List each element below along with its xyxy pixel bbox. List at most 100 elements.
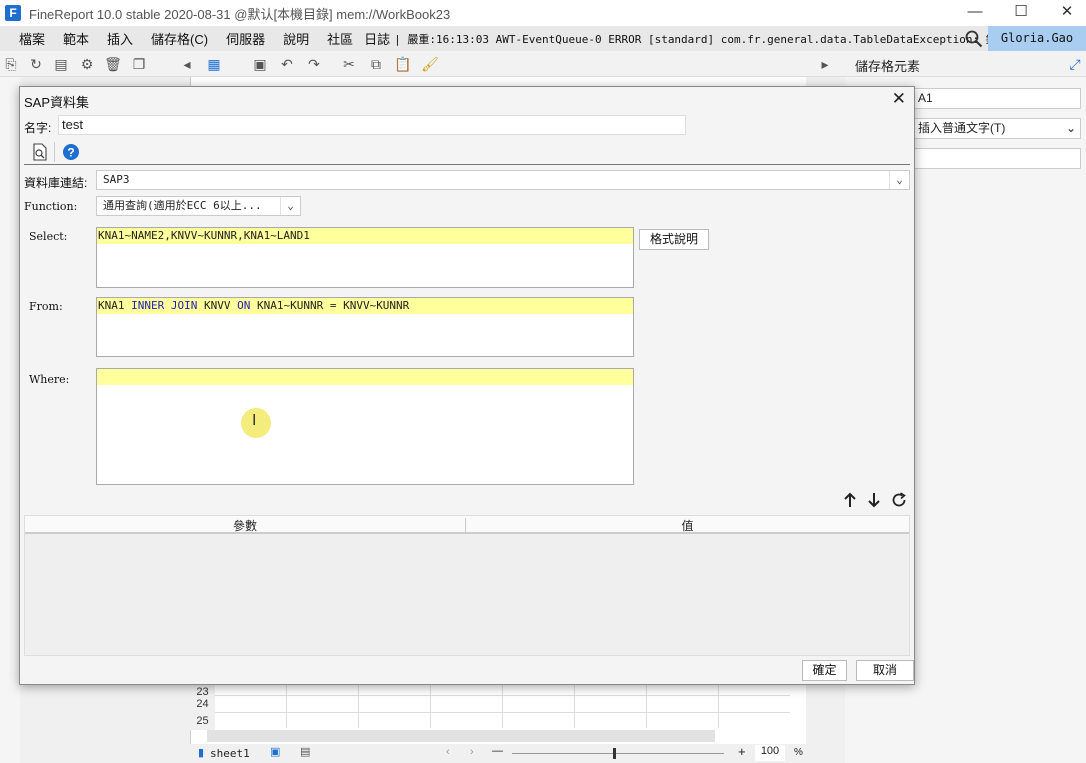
window-title: FineReport 10.0 stable 2020-08-31 @默认[本機… <box>29 6 451 22</box>
menu-bar: 檔案 範本 插入 儲存格(C) 伺服器 說明 社區 日誌 | 嚴重:16:13:… <box>0 26 1086 51</box>
undo-icon[interactable]: ↶ <box>278 55 296 73</box>
close-window-button[interactable]: ✕ <box>1044 0 1086 26</box>
sap-dataset-dialog: SAP資料集 ✕ 名字: test ? 資料庫連結: SAP3 ⌄ Functi… <box>19 86 915 685</box>
collapse-left-icon[interactable]: ◂ <box>178 55 196 73</box>
cell-content-field[interactable] <box>912 148 1081 169</box>
function-value: 通用查詢(適用於ECC 6以上... <box>103 199 262 212</box>
user-account-button[interactable]: Gloria.Gao <box>988 26 1086 51</box>
row-header[interactable]: 25 <box>190 713 215 730</box>
template-tree-panel[interactable] <box>0 77 20 763</box>
maximize-button[interactable]: ☐ <box>998 0 1044 26</box>
arrow-up-icon[interactable] <box>841 491 859 509</box>
cut-icon[interactable]: ✂ <box>340 55 358 73</box>
db-connection-label: 資料庫連結: <box>24 176 88 190</box>
menu-insert[interactable]: 插入 <box>98 29 142 48</box>
chevron-down-icon: ⌄ <box>1065 121 1076 135</box>
save-icon[interactable]: ▣ <box>251 55 269 73</box>
sheet-icon: ▮ <box>198 747 205 759</box>
next-sheet-icon[interactable]: › <box>470 746 474 758</box>
menu-community[interactable]: 社區 <box>318 29 362 48</box>
cancel-button[interactable]: 取消 <box>856 660 914 681</box>
insert-type-select[interactable]: 插入普通文字(T) ⌄ <box>912 118 1081 139</box>
cell-value-field[interactable]: A1 <box>912 88 1081 109</box>
text-cursor-icon: I <box>252 412 257 429</box>
menu-cell[interactable]: 儲存格(C) <box>142 29 217 48</box>
zoom-slider-thumb[interactable] <box>613 748 616 759</box>
grid-line <box>574 684 575 728</box>
chevron-down-icon: ⌄ <box>889 171 909 189</box>
window-titlebar: F FineReport 10.0 stable 2020-08-31 @默认[… <box>0 0 1086 26</box>
where-editor[interactable] <box>96 368 634 485</box>
menu-log[interactable]: 日誌 <box>362 29 390 48</box>
copy-icon[interactable]: ⧉ <box>367 55 385 73</box>
refresh-tree-icon[interactable]: ↻ <box>27 55 45 73</box>
search-icon[interactable] <box>965 30 983 48</box>
select-text: KNA1~NAME2,KNVV~KUNNR,KNA1~LAND1 <box>97 228 633 244</box>
horizontal-scrollbar[interactable] <box>207 730 715 742</box>
dialog-title: SAP資料集 <box>24 95 90 110</box>
collapse-right-icon[interactable]: ▸ <box>816 55 834 73</box>
right-panel-title: 儲存格元素 <box>855 59 921 74</box>
sql-token: KNVV <box>197 299 238 312</box>
new-template-icon[interactable]: ⎘ <box>2 55 20 73</box>
sql-keyword: ON <box>237 299 251 312</box>
parameter-table-header: 參數 值 <box>25 516 909 534</box>
log-message[interactable]: | 嚴重:16:13:03 AWT-EventQueue-0 ERROR [st… <box>394 31 1016 47</box>
add-report-icon[interactable]: ▤ <box>300 745 310 758</box>
grid-line <box>358 684 359 728</box>
grid-line <box>718 684 719 728</box>
minimize-button[interactable]: — <box>952 0 998 26</box>
param-column-header[interactable]: 參數 <box>25 517 465 534</box>
menu-template[interactable]: 範本 <box>54 29 98 48</box>
add-sheet-icon[interactable]: ▣ <box>270 745 280 758</box>
row-header[interactable]: 24 <box>190 696 215 713</box>
grid-line <box>502 684 503 728</box>
arrow-down-icon[interactable] <box>865 491 883 509</box>
chevron-down-icon: ⌄ <box>280 197 300 215</box>
preview-icon[interactable] <box>31 143 49 161</box>
zoom-out-icon[interactable]: — <box>492 745 503 757</box>
where-text <box>97 369 633 385</box>
edit-icon[interactable]: ▤ <box>52 55 70 73</box>
from-editor[interactable]: KNA1 INNER JOIN KNVV ON KNA1~KUNNR = KNV… <box>96 297 634 357</box>
format-painter-icon[interactable]: 🖌 <box>421 55 439 73</box>
db-connection-select[interactable]: SAP3 ⌄ <box>96 170 910 190</box>
insert-type-value: 插入普通文字(T) <box>918 121 1006 135</box>
sql-keyword: INNER JOIN <box>131 299 198 312</box>
grid-line <box>430 684 431 728</box>
dataset-icon[interactable]: ▦ <box>205 55 223 73</box>
menu-server[interactable]: 伺服器 <box>217 29 274 48</box>
ok-button[interactable]: 確定 <box>802 660 847 681</box>
function-select[interactable]: 通用查詢(適用於ECC 6以上... ⌄ <box>96 196 301 216</box>
toolbar-divider <box>54 142 55 162</box>
refresh-icon[interactable] <box>890 491 908 509</box>
parameter-table[interactable]: 參數 值 <box>24 515 910 656</box>
menu-file[interactable]: 檔案 <box>10 29 54 48</box>
help-icon[interactable]: ? <box>62 143 80 161</box>
function-label: Function: <box>24 200 78 213</box>
delete-icon[interactable]: 🗑 <box>104 55 122 73</box>
select-label: Select: <box>29 230 68 243</box>
from-label: From: <box>29 300 63 313</box>
dialog-close-button[interactable]: ✕ <box>892 89 906 109</box>
select-editor[interactable]: KNA1~NAME2,KNVV~KUNNR,KNA1~LAND1 <box>96 227 634 288</box>
settings-icon[interactable]: ⚙ <box>78 55 96 73</box>
menu-help[interactable]: 說明 <box>274 29 318 48</box>
zoom-value[interactable]: 100 <box>755 745 785 761</box>
sheet-tab[interactable]: sheet1 <box>210 747 250 760</box>
prev-sheet-icon[interactable]: ‹ <box>446 746 450 758</box>
sql-token: KNA1 <box>98 299 132 312</box>
expand-panel-icon[interactable]: ⤢ <box>1066 55 1084 73</box>
paste-icon[interactable]: 📋 <box>394 55 412 73</box>
from-text: KNA1 INNER JOIN KNVV ON KNA1~KUNNR = KNV… <box>97 298 633 314</box>
name-input[interactable]: test <box>58 115 686 135</box>
format-help-button[interactable]: 格式說明 <box>639 229 709 250</box>
zoom-unit: % <box>794 747 803 758</box>
value-column-header[interactable]: 值 <box>466 517 909 534</box>
toolbar-separator <box>24 164 910 165</box>
redo-icon[interactable]: ↷ <box>305 55 323 73</box>
zoom-in-icon[interactable]: + <box>738 744 746 759</box>
copy-template-icon[interactable]: ❐ <box>130 55 148 73</box>
zoom-slider[interactable] <box>512 753 724 754</box>
grid-line <box>646 684 647 728</box>
